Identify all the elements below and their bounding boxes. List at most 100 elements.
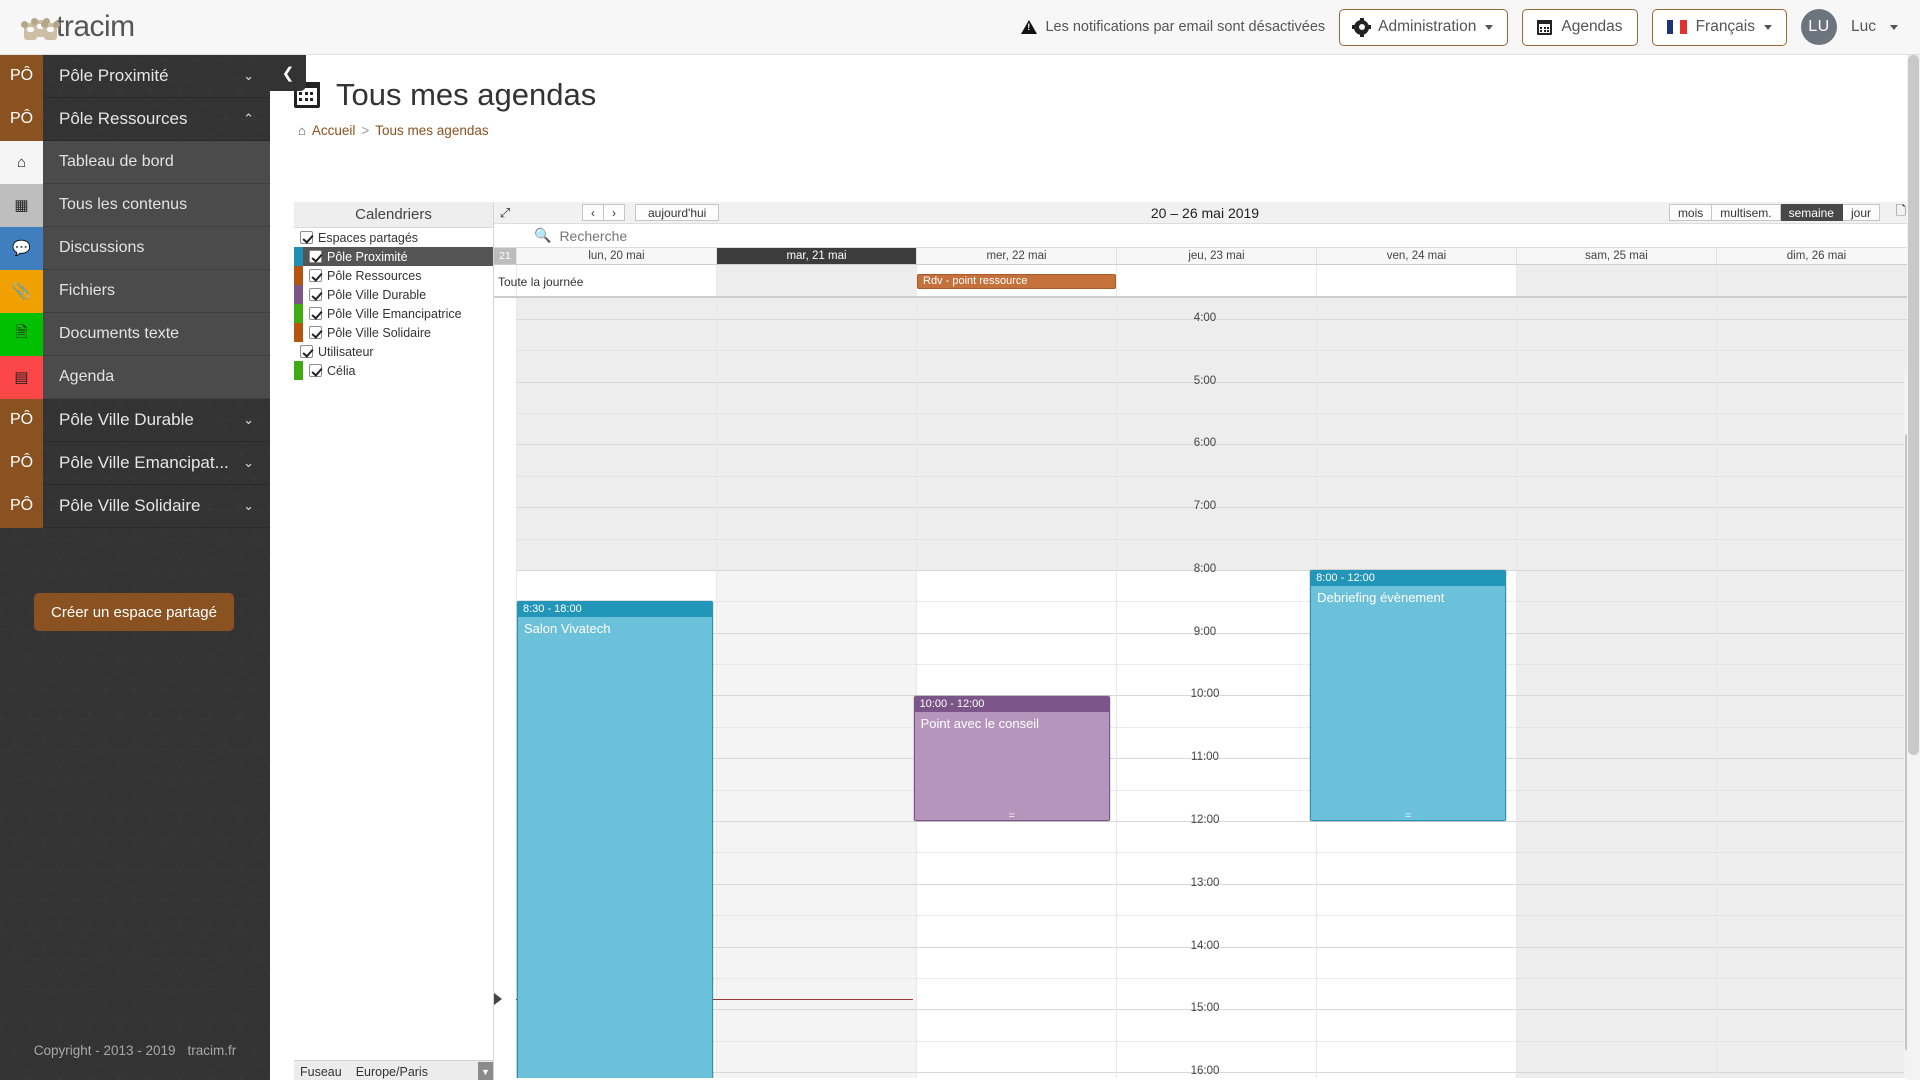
- time-slot-cell[interactable]: [1516, 569, 1716, 602]
- time-slot-cell[interactable]: [1116, 475, 1316, 508]
- time-slot-cell[interactable]: [916, 946, 1116, 978]
- time-slot-cell[interactable]: [1716, 569, 1916, 602]
- sidebar-item-tous-les-contenus[interactable]: ▦ Tous les contenus: [0, 183, 270, 227]
- time-slot-cell[interactable]: [1716, 601, 1916, 633]
- time-slot-cell[interactable]: [716, 318, 916, 351]
- time-slot-cell[interactable]: [1716, 758, 1916, 790]
- time-slot-cell[interactable]: [1516, 1040, 1716, 1073]
- calendar-group-checkbox[interactable]: [300, 345, 313, 358]
- calendar-checkbox[interactable]: [309, 364, 322, 377]
- time-slot-cell[interactable]: [1316, 1040, 1516, 1073]
- time-slot-cell[interactable]: [1516, 412, 1716, 445]
- time-slot-cell[interactable]: [716, 538, 916, 570]
- prev-period-button[interactable]: ‹: [582, 204, 604, 221]
- time-slot-cell[interactable]: [1316, 444, 1516, 476]
- sidebar-workspace-2[interactable]: PÔ Pôle Ressources ⌃: [0, 97, 270, 141]
- day-header-2[interactable]: mar, 21 mai: [716, 248, 916, 264]
- calendar-item[interactable]: Pôle Ressources: [294, 266, 493, 285]
- time-slot-cell[interactable]: [1516, 883, 1716, 916]
- time-slot-cell[interactable]: [1116, 632, 1316, 665]
- time-slot-cell[interactable]: [716, 350, 916, 382]
- all-day-cell-4[interactable]: [1116, 265, 1316, 296]
- time-slot-cell[interactable]: [916, 569, 1116, 602]
- breadcrumb-item-current[interactable]: Tous mes agendas: [375, 123, 488, 138]
- all-day-cell-2[interactable]: [716, 265, 916, 296]
- time-slot-cell[interactable]: [1516, 538, 1716, 570]
- avatar[interactable]: LU: [1801, 9, 1837, 45]
- time-slot-cell[interactable]: [916, 507, 1116, 539]
- time-slot-cell[interactable]: [716, 444, 916, 476]
- time-slot-cell[interactable]: [1516, 852, 1716, 884]
- time-slot-cell[interactable]: [1716, 507, 1916, 539]
- time-slot-cell[interactable]: [1116, 852, 1316, 884]
- calendar-event[interactable]: 8:00 - 12:00 Debriefing évènement =: [1310, 570, 1507, 822]
- time-slot-cell[interactable]: [1116, 538, 1316, 570]
- chevron-up-icon[interactable]: ⌃: [243, 111, 254, 127]
- time-slot-cell[interactable]: [716, 664, 916, 696]
- time-slot-cell[interactable]: [916, 412, 1116, 445]
- time-slot-cell[interactable]: [1516, 350, 1716, 382]
- time-slot-cell[interactable]: [916, 1040, 1116, 1073]
- sidebar-item-tableau-de-bord[interactable]: ⌂ Tableau de bord: [0, 140, 270, 184]
- time-slot-cell[interactable]: [1116, 569, 1316, 602]
- time-slot-cell[interactable]: [1716, 915, 1916, 947]
- time-slot-cell[interactable]: [1116, 601, 1316, 633]
- time-slot-cell[interactable]: [1116, 726, 1316, 759]
- time-slot-cell[interactable]: [916, 475, 1116, 508]
- time-slot-cell[interactable]: [1316, 381, 1516, 413]
- time-slot-cell[interactable]: [1716, 444, 1916, 476]
- time-slot-cell[interactable]: [916, 664, 1116, 696]
- time-slot-cell[interactable]: [916, 538, 1116, 570]
- time-slot-cell[interactable]: [1316, 915, 1516, 947]
- time-slot-cell[interactable]: [916, 318, 1116, 351]
- calendar-checkbox[interactable]: [309, 326, 322, 339]
- calendar-item[interactable]: Pôle Ville Solidaire: [294, 323, 493, 342]
- time-slot-cell[interactable]: [916, 381, 1116, 413]
- time-slot-cell[interactable]: [716, 789, 916, 822]
- chevron-down-icon[interactable]: ⌄: [243, 455, 254, 471]
- time-slot-cell[interactable]: [1516, 475, 1716, 508]
- time-slot-cell[interactable]: [1716, 695, 1916, 727]
- view-button-semaine[interactable]: semaine: [1780, 204, 1843, 221]
- agendas-button[interactable]: Agendas: [1522, 8, 1638, 46]
- time-slot-cell[interactable]: [1116, 444, 1316, 476]
- time-slot-cell[interactable]: [1516, 507, 1716, 539]
- sidebar-workspace-3[interactable]: PÔ Pôle Ville Durable ⌄: [0, 398, 270, 442]
- time-slot-cell[interactable]: [1516, 758, 1716, 790]
- sidebar-collapse-button[interactable]: ❮: [270, 55, 306, 91]
- time-slot-cell[interactable]: [1316, 475, 1516, 508]
- sidebar-item-discussions[interactable]: 💬 Discussions: [0, 226, 270, 270]
- time-slot-cell[interactable]: [1516, 444, 1716, 476]
- sidebar-item-documents-texte[interactable]: 🗎 Documents texte: [0, 312, 270, 356]
- time-slot-cell[interactable]: [1716, 475, 1916, 508]
- time-slot-cell[interactable]: [1316, 977, 1516, 1010]
- time-slot-cell[interactable]: [1316, 412, 1516, 445]
- time-slot-cell[interactable]: [1116, 695, 1316, 727]
- time-slot-cell[interactable]: [716, 726, 916, 759]
- time-slot-cell[interactable]: [1116, 1040, 1316, 1073]
- time-slot-cell[interactable]: [916, 915, 1116, 947]
- time-slot-cell[interactable]: [716, 507, 916, 539]
- today-button[interactable]: aujourd'hui: [635, 204, 720, 221]
- administration-button[interactable]: Administration: [1339, 8, 1509, 46]
- next-period-button[interactable]: ›: [604, 204, 625, 221]
- time-slot-cell[interactable]: [1516, 726, 1716, 759]
- breadcrumb-item-accueil[interactable]: Accueil: [312, 123, 356, 138]
- time-slot-cell[interactable]: [1316, 538, 1516, 570]
- calendar-event[interactable]: 8:30 - 18:00Salon Vivatech=: [517, 601, 714, 1078]
- time-slot-cell[interactable]: [1316, 852, 1516, 884]
- time-slot-cell[interactable]: [1316, 1072, 1516, 1078]
- page-vertical-scrollbar[interactable]: [1907, 55, 1920, 1080]
- language-button[interactable]: Français: [1651, 8, 1787, 46]
- time-slot-cell[interactable]: [1116, 789, 1316, 822]
- event-resize-handle[interactable]: =: [1311, 811, 1505, 820]
- time-slot-cell[interactable]: [916, 601, 1116, 633]
- calendar-checkbox[interactable]: [309, 269, 322, 282]
- time-slot-cell[interactable]: [1716, 852, 1916, 884]
- time-slot-cell[interactable]: [1316, 507, 1516, 539]
- calendar-item[interactable]: Célia: [294, 361, 493, 380]
- time-slot-cell[interactable]: [1316, 821, 1516, 853]
- create-shared-space-button[interactable]: Créer un espace partagé: [34, 593, 234, 631]
- time-slot-cell[interactable]: [1516, 632, 1716, 665]
- time-slot-cell[interactable]: [516, 318, 716, 351]
